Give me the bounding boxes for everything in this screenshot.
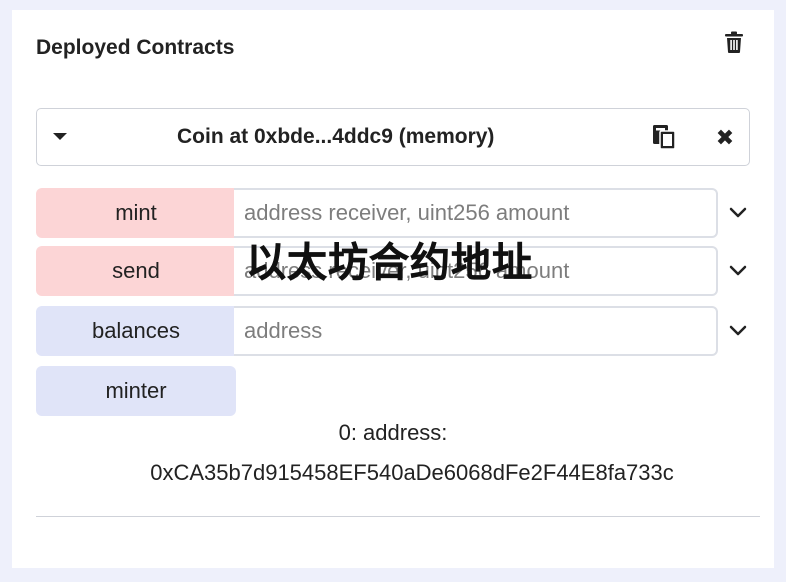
chevron-down-icon[interactable] [728,203,748,223]
close-icon[interactable]: ✖ [713,124,737,152]
contract-name: Coin at 0xbde...4ddc9 (memory) [177,125,495,148]
function-row-balances: balances [36,306,756,356]
balances-input[interactable] [234,306,718,356]
result-label: 0: address: [338,420,448,445]
function-row-minter: minter [36,366,756,416]
mint-button[interactable]: mint [36,188,236,238]
trash-icon[interactable] [722,30,746,54]
send-button[interactable]: send [36,246,236,296]
panel-title: Deployed Contracts [36,36,235,59]
chevron-down-icon[interactable] [728,321,748,341]
chevron-down-icon[interactable] [728,261,748,281]
contract-header: Coin at 0xbde...4ddc9 (memory) ✖ [36,108,750,166]
result-value: 0xCA35b7d915458EF540aDe6068dFe2F44E8fa73… [150,460,674,485]
minter-button[interactable]: minter [36,366,236,416]
balances-button[interactable]: balances [36,306,236,356]
caret-down-icon[interactable] [53,133,67,140]
copy-icon[interactable] [651,124,679,152]
divider [36,516,760,517]
overlay-caption: 以太坊合约地址 [246,240,533,287]
